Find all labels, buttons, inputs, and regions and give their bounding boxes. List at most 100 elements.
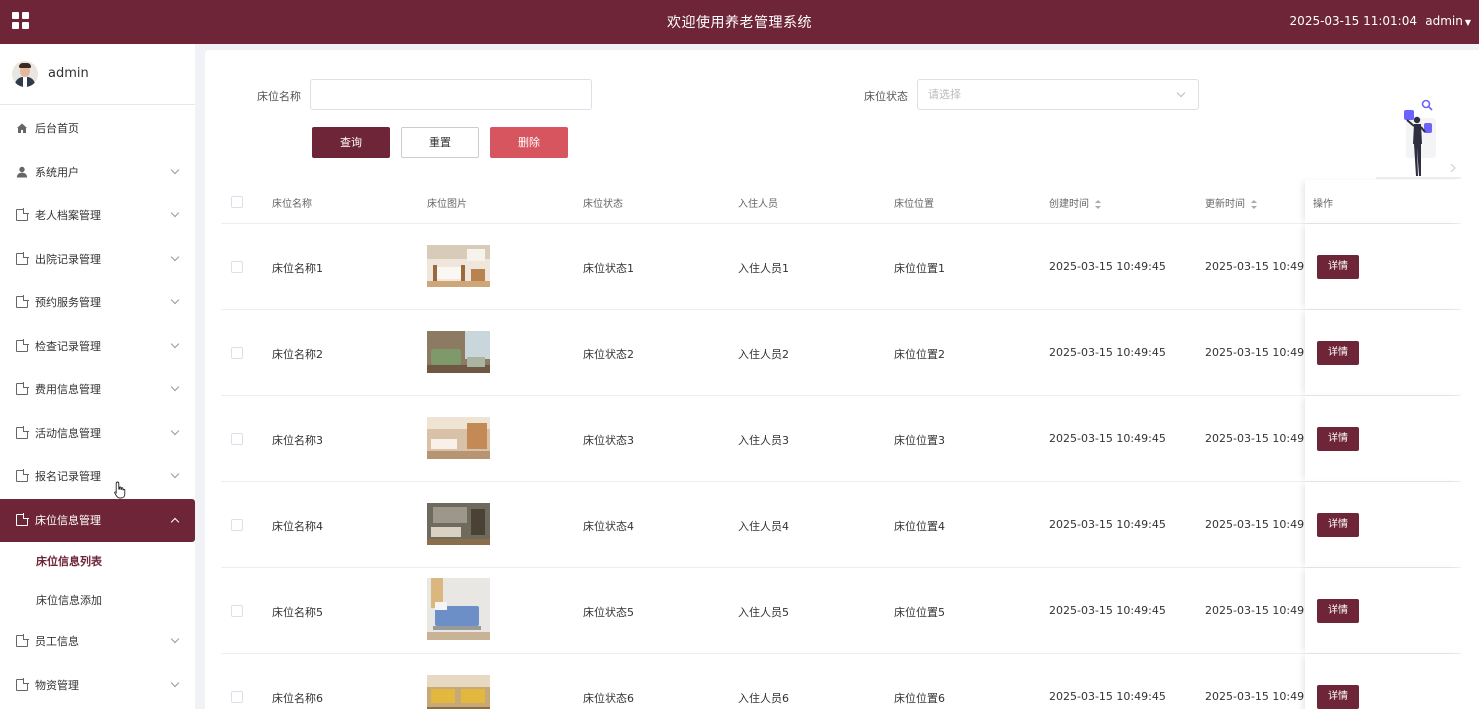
bed-status-label: 床位状态 — [864, 90, 908, 103]
home-icon — [17, 123, 27, 133]
chevron-down-icon — [170, 165, 180, 174]
sidebar-item-label: 后台首页 — [35, 122, 79, 135]
table-row: 床位名称4 床位状态4 入住人员4 床位位置4 2025-03-15 10:49… — [221, 482, 1461, 568]
bed-photo[interactable] — [427, 331, 490, 373]
actions-cell: 详情 — [1305, 568, 1461, 653]
cell-bed-status: 床位状态4 — [583, 520, 634, 533]
chevron-down-icon — [170, 208, 180, 218]
query-button[interactable]: 查询 — [312, 127, 390, 158]
header-resident: 入住人员 — [738, 199, 778, 210]
bed-table: 床位名称 床位图片 床位状态 入住人员 床位位置 创建时间 更新时间 操作 床位… — [221, 180, 1461, 709]
header-actions: 操作 — [1313, 199, 1333, 210]
sort-icon[interactable] — [1251, 199, 1257, 209]
cell-updated-time: 2025-03-15 10:49:4 — [1205, 346, 1315, 359]
sidebar-subitem-bed-add[interactable]: 床位信息添加 — [0, 581, 195, 620]
cell-updated-time: 2025-03-15 10:49:4 — [1205, 690, 1315, 703]
cell-location: 床位位置5 — [894, 606, 945, 619]
page-title: 欢迎使用养老管理系统 — [667, 15, 812, 31]
hand-pointer-icon — [114, 481, 126, 499]
sidebar-item-activity-info[interactable]: 活动信息管理 — [0, 412, 195, 456]
document-icon — [16, 208, 29, 221]
actions-cell: 详情 — [1305, 482, 1461, 567]
header-bed-status: 床位状态 — [583, 199, 623, 210]
cell-bed-name: 床位名称2 — [272, 348, 323, 361]
detail-button[interactable]: 详情 — [1317, 685, 1359, 709]
cell-resident: 入住人员5 — [738, 606, 789, 619]
bed-photo[interactable] — [427, 245, 490, 287]
cell-bed-status: 床位状态1 — [583, 262, 634, 275]
sidebar-item-label: 预约服务管理 — [35, 296, 101, 309]
cell-resident: 入住人员6 — [738, 692, 789, 705]
row-checkbox[interactable] — [231, 519, 243, 531]
detail-button[interactable]: 详情 — [1317, 255, 1359, 279]
sidebar-item-label: 活动信息管理 — [35, 426, 101, 440]
sort-icon[interactable] — [1095, 199, 1101, 209]
sidebar-item-system-users[interactable]: 系统用户 — [0, 151, 195, 195]
select-all-checkbox[interactable] — [231, 196, 243, 208]
cell-bed-status: 床位状态2 — [583, 348, 634, 361]
chevron-down-icon — [170, 469, 180, 479]
bed-photo[interactable] — [427, 675, 490, 709]
cell-bed-name: 床位名称6 — [272, 692, 323, 705]
header-updated-time[interactable]: 更新时间 — [1205, 195, 1257, 210]
chevron-down-icon — [170, 295, 180, 305]
row-checkbox[interactable] — [231, 691, 243, 703]
delete-button[interactable]: 删除 — [490, 127, 568, 158]
cell-created-time: 2025-03-15 10:49:45 — [1049, 346, 1166, 359]
sidebar-item-signup-records[interactable]: 报名记录管理 — [0, 455, 195, 499]
sidebar-profile: admin — [0, 44, 195, 105]
header-label: 更新时间 — [1205, 199, 1245, 210]
detail-button[interactable]: 详情 — [1317, 427, 1359, 451]
document-icon — [16, 338, 29, 352]
detail-button[interactable]: 详情 — [1317, 513, 1359, 537]
bed-name-input[interactable] — [310, 79, 592, 110]
table-row: 床位名称1 床位状态1 入住人员1 床位位置1 2025-03-15 10:49… — [221, 224, 1461, 310]
sidebar-item-home[interactable]: 后台首页 — [0, 107, 195, 151]
sidebar-item-supplies[interactable]: 物资管理 — [0, 664, 195, 708]
chevron-down-icon — [1176, 88, 1186, 98]
row-checkbox[interactable] — [231, 605, 243, 617]
row-checkbox[interactable] — [231, 433, 243, 445]
user-dropdown[interactable]: admin ▼ — [1425, 14, 1471, 28]
cell-updated-time: 2025-03-15 10:49:4 — [1205, 604, 1315, 617]
sidebar-item-checkup-records[interactable]: 检查记录管理 — [0, 325, 195, 369]
sidebar-item-fee-info[interactable]: 费用信息管理 — [0, 368, 195, 412]
cell-location: 床位位置1 — [894, 262, 945, 275]
detail-button[interactable]: 详情 — [1317, 599, 1359, 623]
row-checkbox[interactable] — [231, 261, 243, 273]
user-icon — [16, 166, 28, 177]
sidebar-item-appointment-service[interactable]: 预约服务管理 — [0, 281, 195, 325]
sidebar-item-elder-records[interactable]: 老人档案管理 — [0, 194, 195, 238]
table-row: 床位名称5 床位状态5 入住人员5 床位位置5 2025-03-15 10:49… — [221, 568, 1461, 654]
bed-status-select[interactable]: 请选择 — [917, 79, 1199, 110]
document-icon — [16, 677, 29, 691]
sidebar-item-label: 老人档案管理 — [35, 209, 101, 222]
actions-cell: 详情 — [1305, 396, 1461, 481]
cell-bed-name: 床位名称5 — [272, 606, 323, 619]
cell-resident: 入住人员3 — [738, 434, 789, 447]
sidebar-subitem-bed-list[interactable]: 床位信息列表 — [0, 542, 195, 581]
bed-photo[interactable] — [427, 503, 490, 545]
header-label: 创建时间 — [1049, 199, 1089, 210]
sidebar-item-bed-info[interactable]: 床位信息管理 — [0, 498, 195, 542]
row-checkbox[interactable] — [231, 347, 243, 359]
cell-created-time: 2025-03-15 10:49:45 — [1049, 690, 1166, 703]
datetime-display: 2025-03-15 11:01:04 — [1289, 14, 1417, 28]
header-created-time[interactable]: 创建时间 — [1049, 195, 1101, 210]
actions-cell: 详情 — [1305, 310, 1461, 395]
actions-cell: 详情 — [1305, 224, 1461, 309]
detail-button[interactable]: 详情 — [1317, 341, 1359, 365]
reset-button[interactable]: 重置 — [401, 127, 479, 158]
sidebar-item-staff-info[interactable]: 员工信息 — [0, 620, 195, 664]
chevron-down-icon — [170, 678, 180, 687]
sidebar-item-discharge-records[interactable]: 出院记录管理 — [0, 238, 195, 282]
chevron-down-icon — [170, 634, 180, 644]
top-header: 欢迎使用养老管理系统 2025-03-15 11:01:04 admin ▼ — [0, 0, 1479, 44]
select-placeholder: 请选择 — [928, 88, 961, 101]
cell-created-time: 2025-03-15 10:49:45 — [1049, 604, 1166, 617]
bed-photo[interactable] — [427, 578, 490, 640]
document-icon — [16, 425, 29, 439]
bed-photo[interactable] — [427, 417, 490, 459]
cell-updated-time: 2025-03-15 10:49:4 — [1205, 260, 1315, 273]
document-icon — [16, 634, 29, 647]
